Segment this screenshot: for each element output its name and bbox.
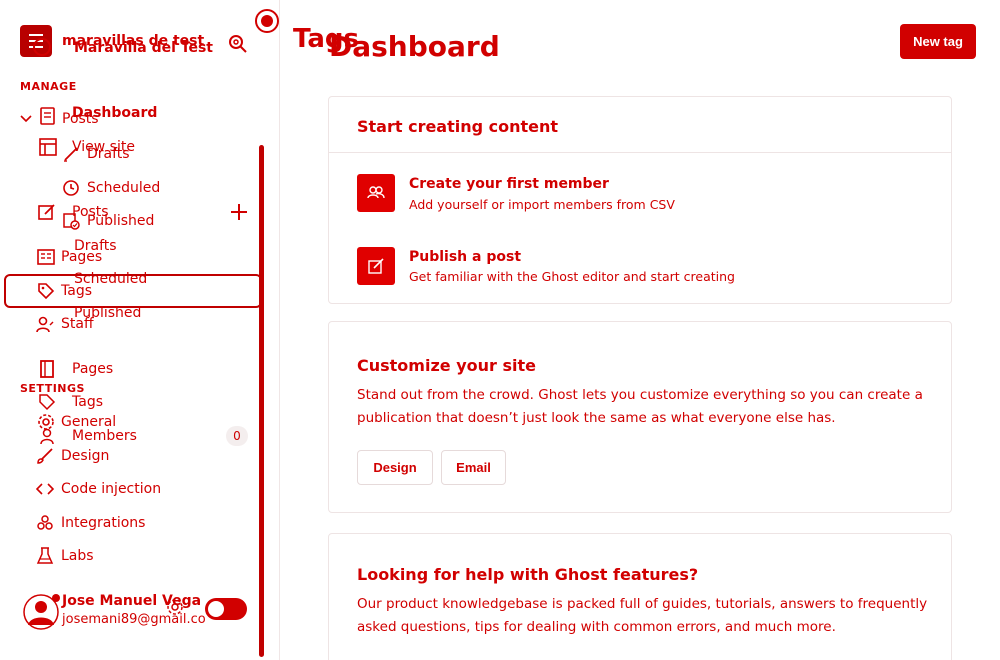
sidebar-item-design[interactable]: Design: [61, 448, 109, 464]
flask-icon: [36, 547, 54, 564]
sidebar-scrollbar[interactable]: [259, 145, 264, 657]
create-member-link[interactable]: Create your first member: [409, 176, 609, 192]
integrations-icon: [37, 515, 53, 530]
tag-icon: [38, 283, 55, 300]
sidebar-item-code-injection[interactable]: Code injection: [61, 481, 161, 497]
edit-post-icon[interactable]: [357, 247, 395, 285]
code-icon: [36, 483, 54, 495]
pencil-icon: [64, 147, 78, 162]
brush-icon: [37, 448, 53, 464]
create-member-description: Add yourself or import members from CSV: [409, 197, 675, 212]
page-title: Dashboard: [329, 30, 500, 63]
design-button[interactable]: Design: [357, 450, 433, 485]
sidebar-item-posts[interactable]: Posts: [62, 111, 99, 127]
layout-icon: [39, 138, 57, 156]
record-icon[interactable]: [254, 8, 280, 34]
card-divider: [329, 152, 951, 153]
email-button[interactable]: Email: [441, 450, 506, 485]
sidebar: maravillas de test Maravilla del Test MA…: [0, 0, 280, 660]
edit-icon: [38, 204, 55, 220]
sidebar-item-members[interactable]: Members: [72, 428, 137, 444]
start-creating-title: Start creating content: [357, 117, 559, 136]
clock-icon: [63, 180, 79, 196]
publish-post-description: Get familiar with the Ghost editor and s…: [409, 269, 735, 284]
tag-ghost-icon: [39, 394, 56, 411]
chevron-down-icon[interactable]: [20, 114, 32, 124]
new-tag-button[interactable]: New tag: [900, 24, 976, 59]
posts-icon: [40, 107, 55, 125]
pages-icon: [37, 249, 55, 265]
sidebar-item-tags-ghost[interactable]: Tags: [72, 394, 103, 410]
help-text: Our product knowledgebase is packed full…: [357, 596, 928, 635]
members-icon[interactable]: [357, 174, 395, 212]
publish-post-link[interactable]: Publish a post: [409, 249, 521, 265]
customize-title: Customize your site: [357, 356, 536, 375]
search-icon[interactable]: [228, 33, 248, 57]
sidebar-item-staff[interactable]: Staff: [61, 316, 94, 332]
members-count-badge: 0: [226, 426, 248, 446]
sidebar-item-labs[interactable]: Labs: [61, 548, 94, 564]
staff-icon: [36, 316, 54, 333]
sidebar-item-tags[interactable]: Tags: [61, 283, 92, 299]
sidebar-item-pages-ghost[interactable]: Pages: [72, 361, 113, 377]
help-title: Looking for help with Ghost features?: [357, 565, 699, 584]
site-logo-icon: [33, 38, 51, 56]
sidebar-item-published[interactable]: Published: [87, 213, 154, 229]
sidebar-item-pages[interactable]: Pages: [61, 249, 102, 265]
add-post-icon[interactable]: [229, 202, 249, 222]
members-icon: [40, 428, 54, 445]
avatar[interactable]: [22, 593, 60, 631]
sidebar-item-scheduled[interactable]: Scheduled: [87, 180, 160, 196]
customize-text: Stand out from the crowd. Ghost lets you…: [357, 387, 923, 426]
sidebar-item-integrations[interactable]: Integrations: [61, 515, 145, 531]
site-name-secondary: Maravilla del Test: [74, 40, 213, 56]
sidebar-item-drafts[interactable]: Drafts: [87, 146, 130, 162]
manage-section-label: MANAGE: [20, 80, 77, 93]
published-icon: [63, 213, 80, 230]
settings-gear-icon[interactable]: [165, 597, 185, 617]
pages-ghost-icon: [40, 360, 54, 378]
night-mode-toggle[interactable]: [205, 598, 247, 620]
